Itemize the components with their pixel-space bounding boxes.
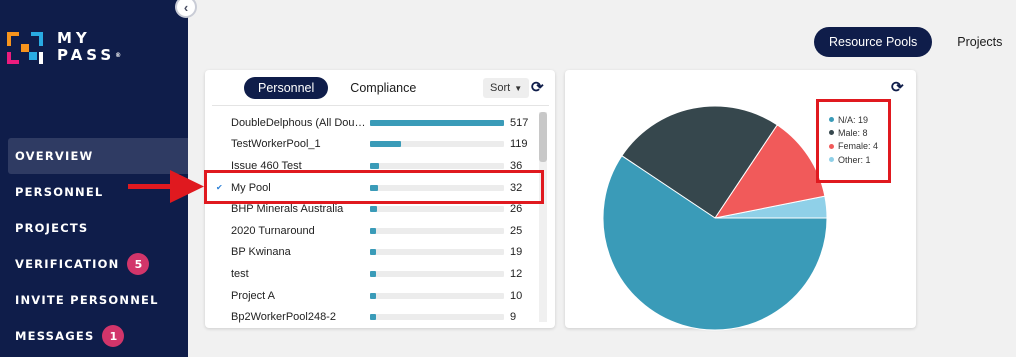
pool-name: Project A [231, 289, 276, 302]
mypass-logo-mark-icon [7, 32, 43, 64]
personnel-compliance-toggle: Personnel Compliance [244, 77, 430, 99]
pool-name: BHP Minerals Australia [231, 203, 344, 216]
tab-resource-pools[interactable]: Resource Pools [814, 27, 933, 57]
pool-count: 25 [510, 224, 523, 237]
pool-count: 10 [510, 289, 523, 302]
sidebar-item-overview[interactable]: OVERVIEW [8, 138, 188, 174]
verification-count-badge: 5 [127, 253, 150, 275]
pool-count-bar-fill [370, 119, 504, 126]
scrollbar-thumb[interactable] [539, 112, 547, 162]
resource-pool-row[interactable]: 2020 Turnaround 25 [205, 220, 545, 242]
red-arrow-icon [128, 170, 204, 203]
resource-pool-row[interactable]: Bp2WorkerPool248-2 9 [205, 306, 545, 328]
sidebar-collapse-button[interactable]: ‹ [175, 0, 197, 18]
sidebar-item-label: OVERVIEW [15, 149, 94, 163]
highlight-box-legend [816, 99, 891, 183]
pool-name: Bp2WorkerPool248-2 [231, 311, 336, 324]
pool-count-bar [370, 249, 504, 256]
list-scrollbar[interactable] [539, 112, 547, 322]
mypass-logo[interactable]: MY PASS® [7, 30, 121, 66]
divider [212, 105, 549, 106]
pool-count-bar [370, 206, 504, 213]
logo-line-2: PASS® [57, 47, 121, 64]
tab-personnel[interactable]: Personnel [244, 77, 329, 99]
sidebar-item-label: PROJECTS [15, 221, 89, 235]
pool-count-bar [370, 119, 504, 126]
logo-registered-mark: ® [115, 52, 122, 59]
messages-count-badge: 1 [102, 325, 125, 347]
pool-count-bar-fill [370, 206, 377, 213]
pool-count-bar [370, 162, 504, 169]
resource-pool-row[interactable]: TestWorkerPool_1 119 [205, 134, 545, 156]
resource-pool-list: DoubleDelphous (All Dou… 517 TestWorkerPoo… [205, 112, 545, 328]
pool-count-bar [370, 227, 504, 234]
logo-wordmark: MY PASS® [57, 30, 121, 64]
pool-name: 2020 Turnaround [231, 224, 315, 237]
pool-count-bar-fill [370, 227, 377, 234]
sidebar-item-messages[interactable]: MESSAGES 1 [0, 318, 188, 354]
pool-name: TestWorkerPool_1 [231, 138, 321, 151]
sidebar-item-projects[interactable]: PROJECTS [0, 210, 188, 246]
top-tabs: Resource Pools Projects [814, 27, 1002, 57]
pool-count: 26 [510, 203, 523, 216]
tab-projects[interactable]: Projects [957, 35, 1002, 49]
pool-count: 119 [510, 138, 528, 151]
pool-name: BP Kwinana [231, 246, 291, 259]
sidebar-item-label: MESSAGES [15, 329, 95, 343]
logo-line-1: MY [57, 29, 91, 47]
pool-name: DoubleDelphous (All Dou… [231, 116, 365, 129]
sidebar-item-invite-personnel[interactable]: INVITE PERSONNEL [0, 282, 188, 318]
pool-name: test [231, 267, 249, 280]
sidebar-item-verification[interactable]: VERIFICATION 5 [0, 246, 188, 282]
resource-pool-row[interactable]: DoubleDelphous (All Dou… 517 [205, 112, 545, 134]
sort-label: Sort [490, 82, 511, 94]
chevron-left-icon: ‹ [183, 0, 189, 15]
pool-count: 9 [510, 311, 517, 324]
sidebar-item-label: INVITE PERSONNEL [15, 293, 159, 307]
pool-count-bar-fill [370, 292, 377, 299]
sidebar-item-label: VERIFICATION [15, 257, 120, 271]
refresh-icon[interactable]: ⟳ [891, 78, 904, 96]
pool-count-bar-fill [370, 270, 377, 277]
pool-count-bar-fill [370, 162, 380, 169]
pool-count-bar [370, 141, 504, 148]
highlight-box-my-pool [204, 170, 544, 204]
gender-pie-chart [602, 105, 828, 331]
pool-count-bar-fill [370, 314, 377, 321]
pool-count-bar-fill [370, 249, 377, 256]
pool-count-bar [370, 270, 504, 277]
sort-dropdown[interactable]: Sort ▼ [483, 78, 530, 98]
resource-pool-row[interactable]: Project A 10 [205, 285, 545, 307]
pool-count-bar-fill [370, 141, 401, 148]
caret-down-icon: ▼ [514, 83, 523, 93]
pool-count-bar [370, 292, 504, 299]
pool-count-bar [370, 314, 504, 321]
tab-compliance[interactable]: Compliance [336, 77, 430, 99]
resource-pool-row[interactable]: BP Kwinana 19 [205, 242, 545, 264]
pool-count: 12 [510, 267, 523, 280]
sidebar-item-label: PERSONNEL [15, 185, 104, 199]
resource-pool-row[interactable]: test 12 [205, 263, 545, 285]
pool-count: 517 [510, 116, 529, 129]
refresh-icon[interactable]: ⟳ [531, 78, 544, 96]
logo-line-2-text: PASS [57, 46, 116, 64]
pool-count: 19 [510, 246, 523, 259]
